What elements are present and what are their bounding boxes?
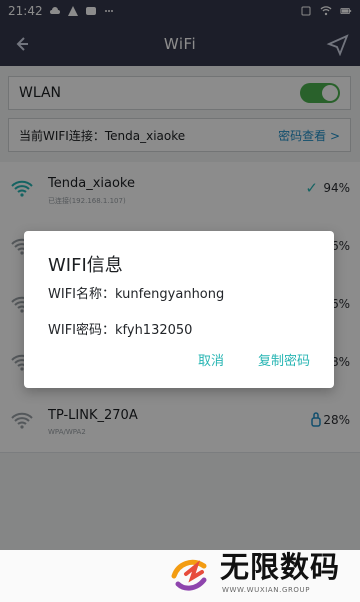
cancel-button[interactable]: 取消 bbox=[198, 350, 224, 369]
dialog-title: WIFI信息 bbox=[48, 255, 123, 276]
wuxian-logo-icon bbox=[171, 559, 207, 591]
watermark-brand: 无限数码 bbox=[220, 552, 341, 584]
wifi-password-line: WIFI密码：kfyh132050 bbox=[48, 323, 193, 338]
copy-password-button[interactable]: 复制密码 bbox=[258, 350, 310, 369]
dialog-actions: 取消 复制密码 bbox=[24, 350, 334, 370]
wifi-info-dialog: WIFI信息 WIFI名称：kunfengyanhong WIFI密码：kfyh… bbox=[24, 231, 334, 388]
watermark-url: WWW.WUXIAN.GROUP bbox=[222, 586, 311, 594]
wifi-name-line: WIFI名称：kunfengyanhong bbox=[48, 287, 225, 302]
